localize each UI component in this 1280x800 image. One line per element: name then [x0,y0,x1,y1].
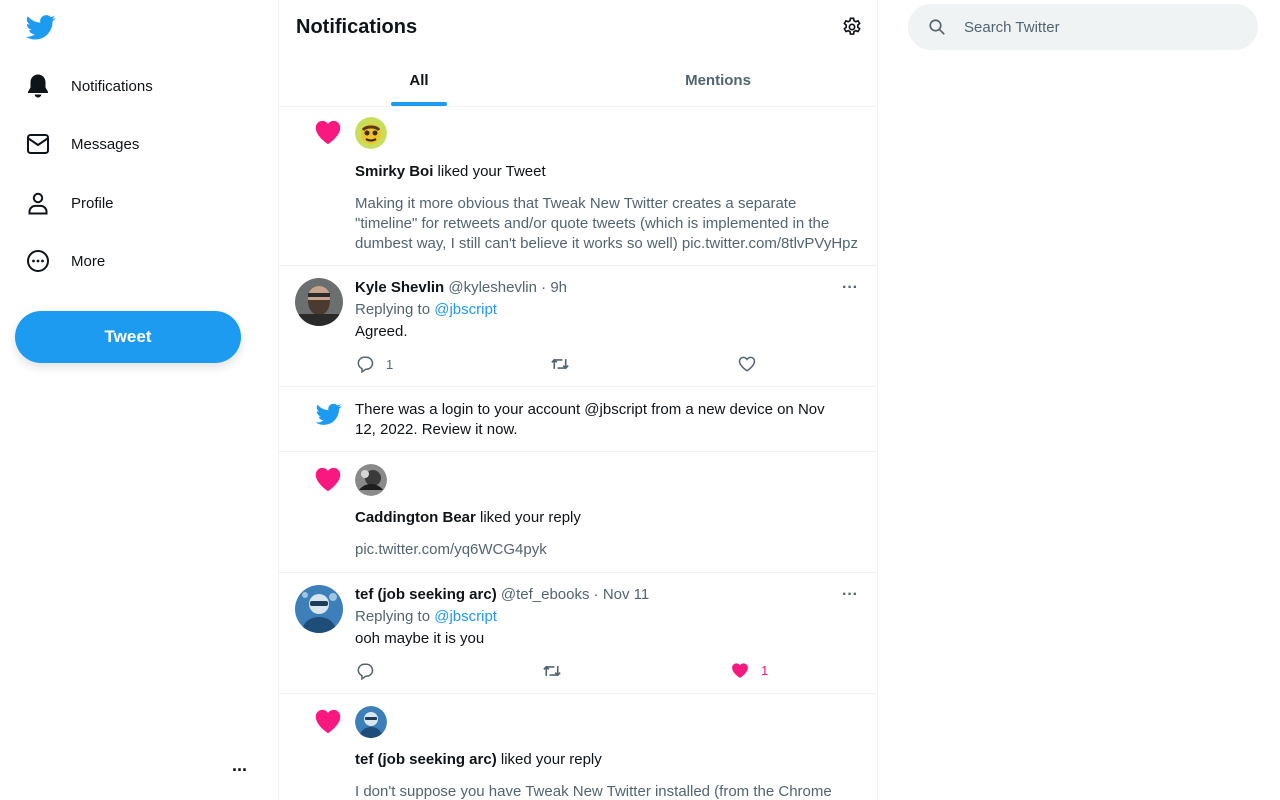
heart-icon [315,467,341,492]
avatar[interactable] [355,706,387,738]
notification-reply[interactable]: Kyle Shevlin @kyleshevlin · 9h ··· Reply… [279,266,877,387]
heart-outline-icon [738,356,756,372]
search-bar[interactable] [908,4,1258,50]
tweet-text-line: Making it more obvious that Tweak New Tw… [355,195,797,212]
gear-icon[interactable] [841,16,863,38]
search-input[interactable] [964,18,1244,36]
twitter-bird-icon [315,403,342,425]
reply-icon [357,663,374,680]
user-handle[interactable]: @tef_ebooks [501,586,590,603]
notification-headline: tef (job seeking arc) liked your reply [355,750,602,770]
search-icon [929,19,945,35]
separator-dot: · [536,279,551,296]
like-button[interactable]: 1 [731,662,768,679]
sidebar-item-more[interactable]: More [16,239,105,283]
avatar[interactable] [355,117,387,149]
sidebar-item-notifications[interactable]: Notifications [16,64,153,108]
bell-icon [14,73,62,99]
header: Notifications All Mentions [279,0,877,107]
account-menu-icon[interactable]: ... [232,756,256,778]
user-handle[interactable]: @kyleshevlin [448,279,537,296]
avatar[interactable] [355,464,387,496]
notifications-column: Notifications All Mentions Smirky Boi li… [278,0,878,800]
tweet-text: I don't suppose you have Tweak New Twitt… [355,783,832,800]
notification-like[interactable]: Caddington Bear liked your reply pic.twi… [279,452,877,573]
separator-dot: · [589,586,603,603]
reply-icon [357,356,374,373]
reply-button[interactable]: 1 [356,355,393,373]
page-title: Notifications [296,16,418,38]
sidebar-item-label: Notifications [71,77,153,95]
tweet-text-line: dumbest way, I still can't believe it wo… [355,235,859,252]
user-name[interactable]: tef (job seeking arc) [355,586,497,603]
tab-all[interactable]: All [279,58,559,106]
user-name[interactable]: Smirky Boi [355,163,433,180]
more-circle-icon [14,249,62,273]
replying-to: Replying to @jbscript [355,300,497,320]
user-name[interactable]: Kyle Shevlin [355,279,444,296]
sidebar-item-messages[interactable]: Messages [16,122,139,166]
more-options-icon[interactable]: ··· [842,280,862,299]
avatar[interactable] [295,278,343,326]
sidebar-item-label: Profile [71,194,114,212]
replying-prefix: Replying to [355,301,431,318]
replying-to: Replying to @jbscript [355,607,497,627]
tweet-time[interactable]: Nov 11 [603,586,649,603]
tweet-button[interactable]: Tweet [15,311,241,363]
like-count: 1 [761,663,769,678]
mention-link[interactable]: @jbscript [434,301,497,318]
envelope-icon [14,133,62,155]
retweet-icon [551,358,569,370]
notification-like[interactable]: Smirky Boi liked your Tweet Making it mo… [279,107,877,266]
notification-reply[interactable]: tef (job seeking arc) @tef_ebooks · Nov … [279,573,877,694]
tweet-text: Agreed. [355,323,408,340]
sidebar-item-profile[interactable]: Profile [16,181,114,225]
tweet-header: tef (job seeking arc) @tef_ebooks · Nov … [355,585,649,605]
tab-label: All [409,72,429,89]
sidebar-item-label: Messages [71,135,140,153]
twitter-logo-icon[interactable] [24,12,58,42]
tweet-text: pic.twitter.com/yq6WCG4pyk [355,541,547,558]
retweet-button[interactable] [542,662,562,680]
retweet-button[interactable] [550,355,570,373]
notification-action: liked your reply [500,751,602,768]
tab-label: Mentions [685,72,751,89]
mention-link[interactable]: @jbscript [434,608,497,625]
notification-action: liked your reply [480,509,581,526]
reply-count: 1 [386,356,394,372]
replying-prefix: Replying to [355,608,431,625]
sidebar-item-label: More [71,252,106,270]
notification-text-line: 12, 2022. Review it now. [355,421,518,438]
heart-filled-icon [732,663,748,678]
person-icon [14,191,62,215]
notification-headline: Smirky Boi liked your Tweet [355,162,546,182]
retweet-icon [543,665,561,677]
tab-mentions[interactable]: Mentions [578,58,858,106]
heart-icon [315,120,341,145]
more-options-icon[interactable]: ··· [842,587,862,606]
user-name[interactable]: tef (job seeking arc) [355,751,497,768]
tweet-time[interactable]: 9h [550,279,567,296]
notification-text-line: There was a login to your account @jbscr… [355,401,825,418]
notification-like[interactable]: tef (job seeking arc) liked your reply I… [279,694,877,800]
user-name[interactable]: Caddington Bear [355,509,476,526]
sidebar: Notifications Messages Profile More Twee… [0,0,278,800]
avatar[interactable] [295,585,343,633]
notification-headline: Caddington Bear liked your reply [355,508,581,528]
notification-action: liked your Tweet [437,163,546,180]
active-tab-indicator [391,102,447,106]
reply-button[interactable] [356,662,374,680]
like-button[interactable] [738,355,756,373]
tweet-text-line: "timeline" for retweets and/or quote twe… [355,215,830,232]
heart-icon [315,709,341,734]
notification-security[interactable]: There was a login to your account @jbscr… [279,387,877,452]
tweet-text: ooh maybe it is you [355,630,485,647]
tweet-header: Kyle Shevlin @kyleshevlin · 9h [355,278,567,298]
